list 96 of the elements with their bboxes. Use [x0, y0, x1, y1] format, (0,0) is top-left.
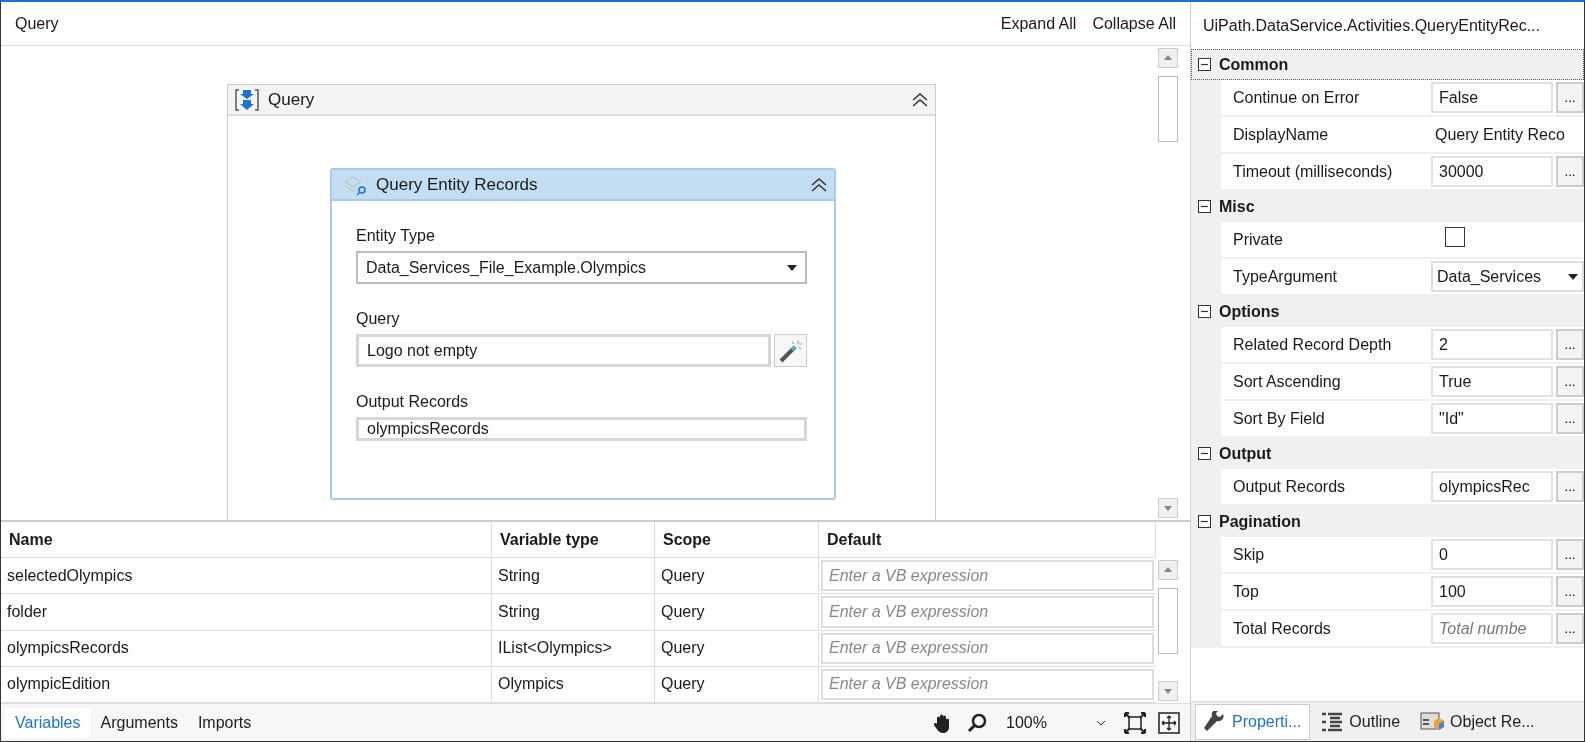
expand-all-link[interactable]: Expand All: [1000, 14, 1077, 33]
query-builder-button[interactable]: [774, 334, 807, 367]
panel-tab[interactable]: Properti...: [1195, 703, 1311, 740]
breadcrumb[interactable]: Query: [15, 14, 985, 33]
category-header[interactable]: Options: [1191, 296, 1584, 327]
outline-icon: [1321, 711, 1344, 732]
output-records-field[interactable]: olympicsRecords: [356, 417, 807, 441]
sequence-title: Query: [268, 89, 316, 110]
expression-editor-button[interactable]: ...: [1556, 539, 1584, 570]
table-cell: Query: [655, 558, 819, 594]
expression-editor-button[interactable]: ...: [1556, 576, 1584, 607]
collapse-icon[interactable]: [810, 176, 828, 193]
type-argument-dropdown[interactable]: Data_Services: [1431, 261, 1584, 292]
activity-title: Query Entity Records: [376, 174, 539, 195]
category-name: Options: [1219, 302, 1280, 321]
property-value-field[interactable]: "Id": [1431, 403, 1553, 434]
scroll-down-icon[interactable]: [1158, 681, 1178, 701]
query-field[interactable]: Logo not empty: [356, 334, 771, 367]
expression-editor-button[interactable]: ...: [1556, 366, 1584, 397]
expression-editor-button[interactable]: ...: [1556, 329, 1584, 360]
table-cell: folder: [1, 594, 492, 630]
zoom-dropdown[interactable]: 100%: [1000, 708, 1112, 737]
caret-icon: [787, 264, 797, 271]
category-header[interactable]: Pagination: [1191, 506, 1584, 537]
wrench-icon: [1204, 710, 1226, 733]
expression-editor-button[interactable]: ...: [1556, 82, 1584, 113]
property-value-field[interactable]: False: [1431, 82, 1553, 113]
properties-title: UiPath.DataService.Activities.QueryEntityRec...: [1191, 2, 1584, 49]
object-repository-icon: [1420, 710, 1445, 733]
default-value-field[interactable]: Enter a VB expression: [821, 632, 1154, 664]
table-cell: String: [492, 594, 655, 630]
category-name: Misc: [1219, 197, 1255, 216]
category-name: Output: [1219, 444, 1272, 463]
reset-zoom-icon[interactable]: [1158, 711, 1180, 734]
scroll-thumb[interactable]: [1158, 76, 1178, 142]
panel-tab[interactable]: Variables: [5, 707, 91, 738]
column-header[interactable]: Variable type: [492, 522, 655, 558]
collapse-icon[interactable]: [1198, 58, 1211, 71]
table-cell: selectedOlympics: [1, 558, 492, 594]
property-value-field[interactable]: 2: [1431, 329, 1553, 360]
entity-type-dropdown[interactable]: Data_Services_File_Example.Olympics: [356, 251, 807, 284]
collapse-icon[interactable]: [1198, 447, 1211, 460]
fit-screen-icon[interactable]: [1124, 711, 1146, 734]
expression-editor-button[interactable]: ...: [1556, 471, 1584, 502]
property-value-field[interactable]: 30000: [1431, 156, 1553, 187]
zoom-icon[interactable]: [966, 711, 988, 734]
scroll-up-icon[interactable]: [1158, 560, 1178, 580]
private-checkbox[interactable]: [1445, 227, 1465, 247]
category-header[interactable]: Common: [1191, 49, 1584, 80]
expression-editor-button[interactable]: ...: [1556, 403, 1584, 434]
field-label: Output Records: [356, 393, 470, 411]
collapse-icon[interactable]: [911, 91, 929, 108]
category-name: Pagination: [1219, 512, 1301, 531]
table-cell: Query: [655, 666, 819, 702]
property-value-field[interactable]: Total numbe: [1431, 613, 1553, 644]
chevron-icon: [1096, 719, 1106, 726]
property-value-field[interactable]: 100: [1431, 576, 1553, 607]
panel-tab[interactable]: Object Re...: [1411, 703, 1544, 740]
table-cell: Query: [655, 594, 819, 630]
category-name: Common: [1219, 55, 1289, 74]
column-header[interactable]: Scope: [655, 522, 819, 558]
table-cell: olympicsRecords: [1, 630, 492, 666]
table-cell: Query: [655, 630, 819, 666]
property-value-field[interactable]: 0: [1431, 539, 1553, 570]
default-value-field[interactable]: Enter a VB expression: [821, 668, 1154, 700]
scroll-up-icon[interactable]: [1158, 48, 1178, 68]
scrollbar[interactable]: [1156, 558, 1180, 703]
category-header[interactable]: Output: [1191, 438, 1584, 469]
collapse-icon[interactable]: [1198, 200, 1211, 213]
collapse-icon[interactable]: [1198, 305, 1211, 318]
scroll-down-icon[interactable]: [1158, 498, 1178, 518]
magic-wand-icon: [777, 337, 804, 364]
panel-tab[interactable]: Outline: [1312, 703, 1410, 740]
panel-tab[interactable]: Arguments: [90, 707, 188, 738]
table-cell: olympicEdition: [1, 666, 492, 702]
sequence-icon: [234, 87, 260, 112]
category-header[interactable]: Misc: [1191, 191, 1584, 222]
scroll-thumb[interactable]: [1158, 588, 1178, 654]
default-value-field[interactable]: Enter a VB expression: [821, 596, 1154, 628]
table-cell: Olympics: [492, 666, 655, 702]
property-value-field[interactable]: True: [1431, 366, 1553, 397]
column-header[interactable]: Name: [1, 522, 492, 558]
table-cell: IList<Olympics>: [492, 630, 655, 666]
collapse-icon[interactable]: [1198, 515, 1211, 528]
collapse-all-link[interactable]: Collapse All: [1092, 14, 1176, 33]
property-value-field[interactable]: olympicsRec: [1431, 471, 1553, 502]
expression-editor-button[interactable]: ...: [1556, 156, 1584, 187]
property-value[interactable]: Query Entity Reco: [1431, 119, 1569, 150]
field-label: Entity Type: [356, 227, 436, 245]
panel-tab[interactable]: Imports: [187, 707, 262, 738]
column-header[interactable]: Default: [819, 522, 1156, 558]
field-label: Query: [356, 310, 401, 328]
expression-editor-button[interactable]: ...: [1556, 613, 1584, 644]
table-cell: String: [492, 558, 655, 594]
caret-icon: [1568, 273, 1578, 280]
default-value-field[interactable]: Enter a VB expression: [821, 560, 1154, 592]
